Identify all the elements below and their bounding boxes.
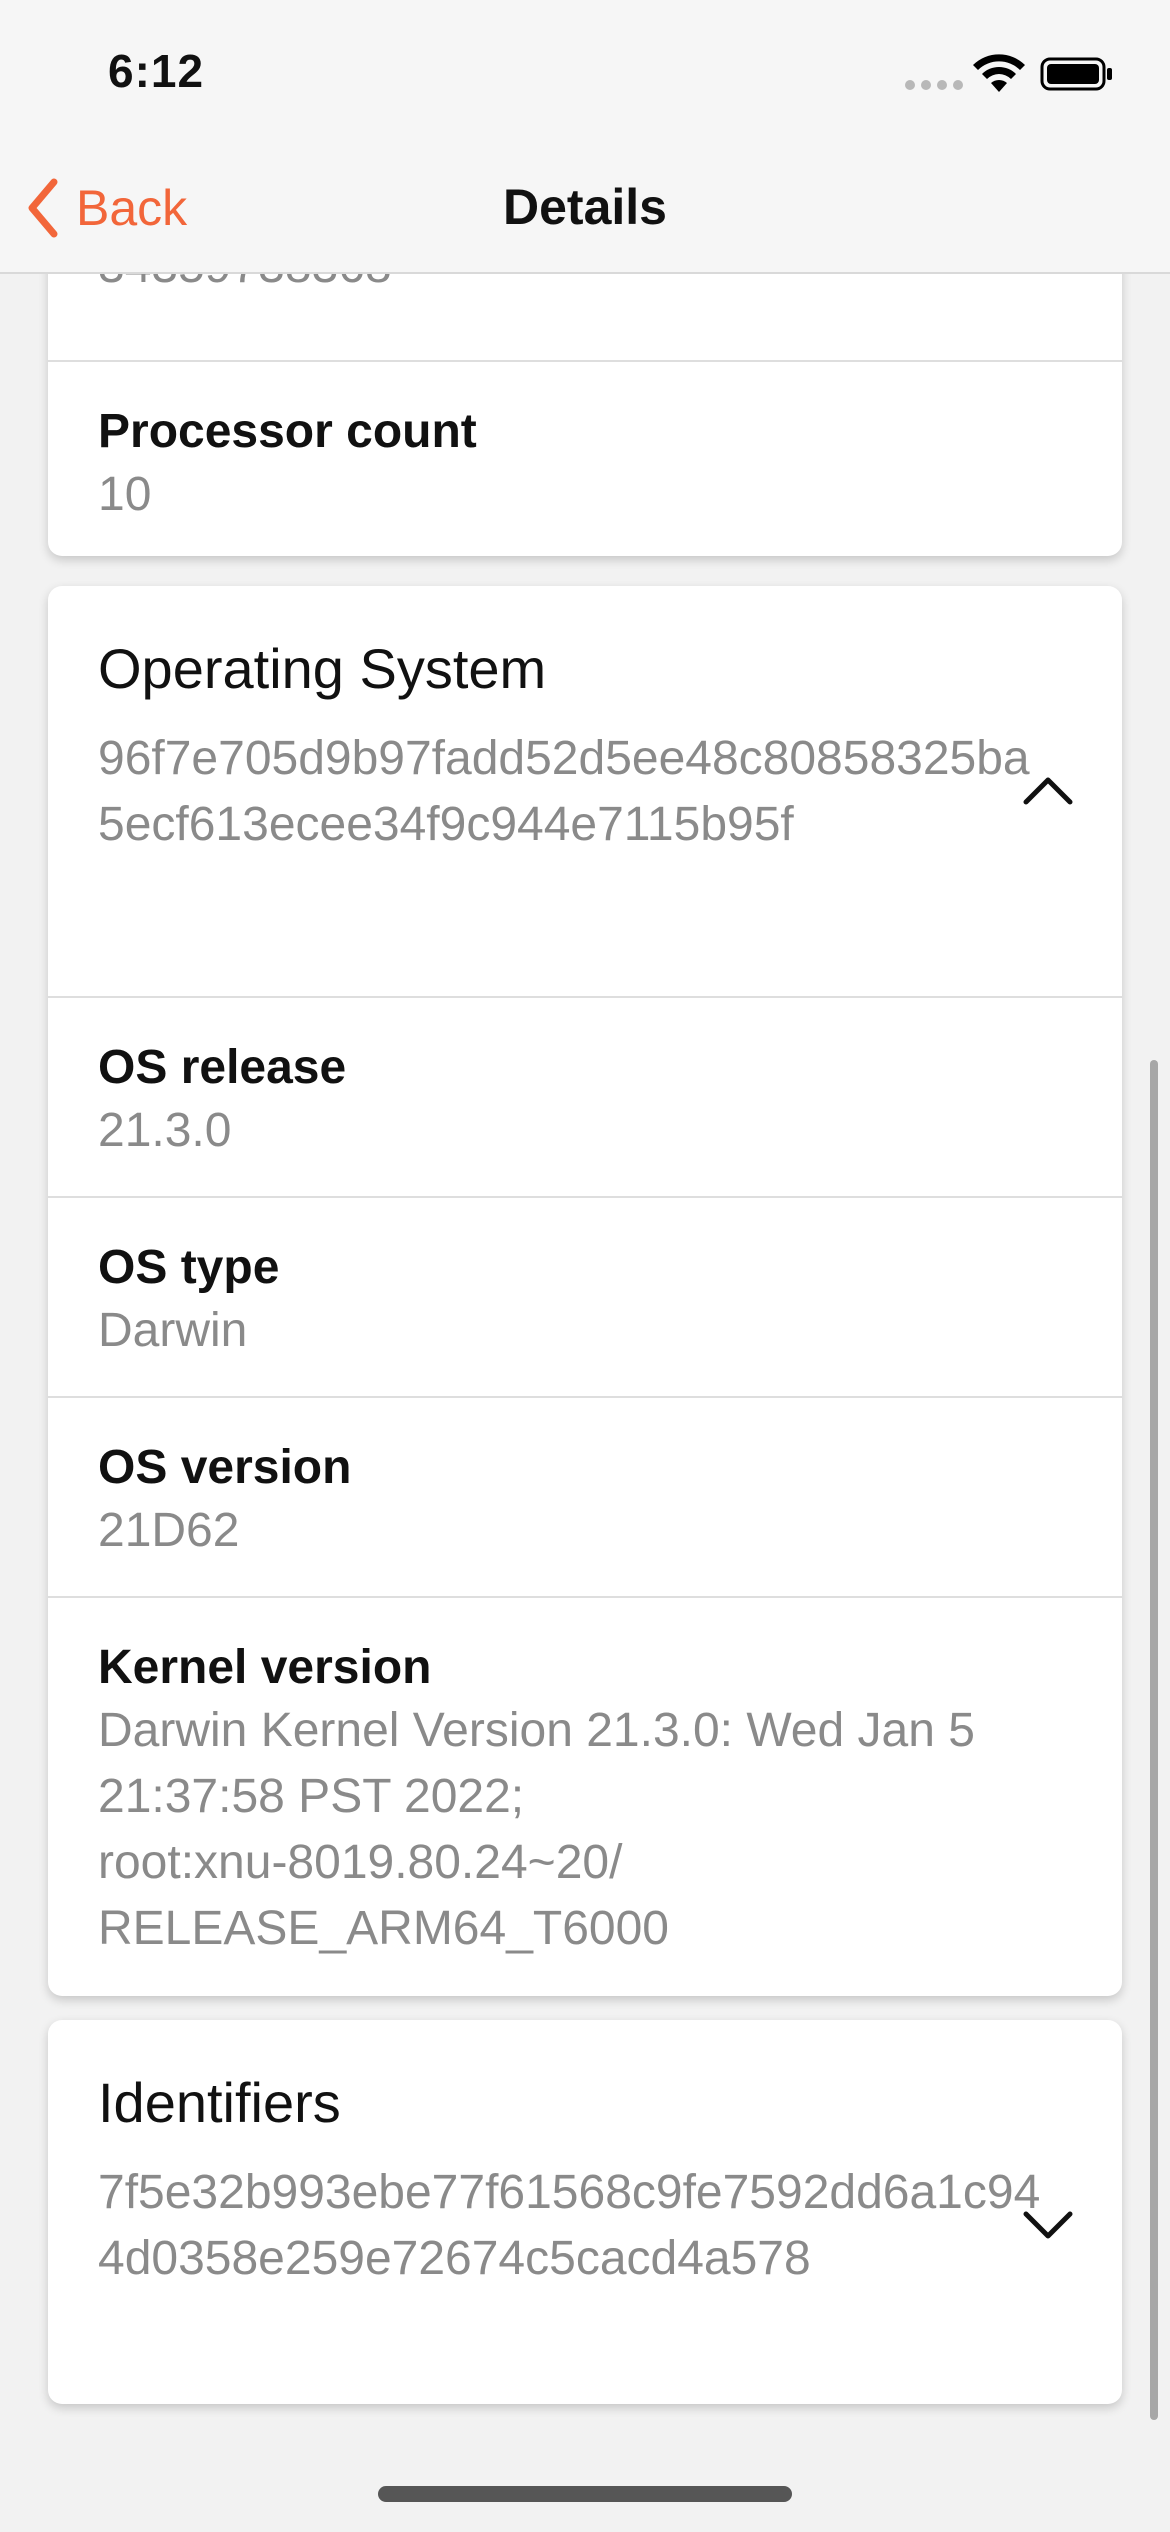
os-release-value: 21.3.0 [98,1104,232,1157]
identifiers-hash: 7f5e32b993ebe77f61568c9fe7592dd6a1c944d0… [98,2166,1041,2285]
os-version-row: OS version 21D62 [48,1396,1122,1596]
identifiers-title: Identifiers [98,2071,341,2134]
operating-system-title: Operating System [98,637,547,700]
operating-system-header[interactable]: Operating System 96f7e705d9b97fadd52d5ee… [48,586,1122,996]
os-type-row: OS type Darwin [48,1196,1122,1396]
cellular-signal-icon [905,80,963,90]
hardware-card: 34359738368 Processor count 10 [48,274,1122,556]
processor-count-label: Processor count [98,405,477,458]
identifiers-card[interactable]: Identifiers 7f5e32b993ebe77f61568c9fe759… [48,2020,1122,2404]
wifi-icon [973,54,1025,92]
os-version-value: 21D62 [98,1504,240,1557]
os-release-row: OS release 21.3.0 [48,996,1122,1196]
operating-system-hash: 96f7e705d9b97fadd52d5ee48c80858325ba5ecf… [98,732,1030,851]
processor-count-value: 10 [98,468,152,521]
processor-count-row: Processor count 10 [48,360,1122,556]
chevron-up-icon[interactable] [1018,770,1078,810]
kernel-version-row: Kernel version Darwin Kernel Version 21.… [48,1596,1122,1996]
page-title: Details [503,179,667,235]
details-screen: 6:12 Back Details 34359738368 Proce [0,0,1170,2532]
kernel-version-label: Kernel version [98,1641,432,1694]
scrollbar[interactable] [1150,1060,1158,2420]
kernel-version-value: Darwin Kernel Version 21.3.0: Wed Jan 5 … [98,1704,975,1955]
battery-icon [1040,57,1112,91]
os-version-label: OS version [98,1441,352,1494]
operating-system-card: Operating System 96f7e705d9b97fadd52d5ee… [48,586,1122,1996]
os-type-value: Darwin [98,1304,248,1357]
memory-value: 34359738368 [98,274,392,300]
os-type-label: OS type [98,1241,280,1294]
top-bar: 6:12 Back Details [0,0,1170,274]
chevron-down-icon[interactable] [1018,2206,1078,2246]
os-release-label: OS release [98,1041,347,1094]
status-time: 6:12 [108,45,205,97]
details-content[interactable]: 34359738368 Processor count 10 Operating… [0,274,1170,2532]
home-indicator[interactable] [378,2486,792,2502]
